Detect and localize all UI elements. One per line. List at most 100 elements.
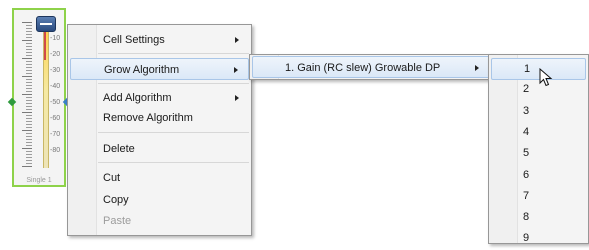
fader-tick — [26, 136, 32, 137]
menu-item-count-6[interactable]: 6 — [491, 165, 586, 187]
fader-tick — [26, 106, 32, 107]
fader-tick — [26, 61, 32, 62]
fader-tick — [26, 25, 32, 26]
menu-item-label: 7 — [523, 189, 530, 202]
fader-tick — [26, 55, 32, 56]
menu-separator — [98, 162, 249, 163]
fader-tick — [26, 103, 32, 104]
fader-tick — [26, 154, 32, 155]
fader-knob[interactable] — [36, 16, 56, 32]
menu-item-add-algorithm[interactable]: Add Algorithm — [70, 87, 249, 109]
fader-cell[interactable]: 0-10-20-30-40-50-60-70-80 Single 1 — [7, 8, 72, 187]
fader-ticks — [18, 22, 36, 170]
context-menu: Cell Settings Grow Algorithm Add Algorit… — [67, 24, 252, 236]
fader-tick — [26, 163, 32, 164]
fader-tick — [26, 127, 32, 128]
menu-item-delete[interactable]: Delete — [70, 138, 249, 160]
menu-item-cell-settings[interactable]: Cell Settings — [70, 29, 249, 51]
menu-item-label: 8 — [523, 211, 530, 224]
fader-scale-label: -60 — [50, 115, 61, 122]
fader-tick — [26, 46, 32, 47]
fader-tick — [22, 58, 32, 59]
menu-item-count-5[interactable]: 5 — [491, 143, 586, 165]
fader-tick — [26, 145, 32, 146]
input-port-icon[interactable] — [7, 97, 17, 107]
fader-tick — [26, 64, 32, 65]
menu-item-label: Add Algorithm — [103, 92, 172, 104]
fader-tick — [26, 82, 32, 83]
fader-tick — [26, 31, 32, 32]
cell-label: Single 1 — [26, 177, 52, 184]
menu-item-label: Remove Algorithm — [103, 112, 193, 124]
fader-tick — [26, 151, 32, 152]
fader-tick — [26, 49, 32, 50]
fader-scale-label: -80 — [50, 147, 61, 154]
fader-tick — [26, 142, 32, 143]
menu-item-copy[interactable]: Copy — [70, 189, 249, 211]
menu-item-gain-rc-slew[interactable]: 1. Gain (RC slew) Growable DP — [252, 56, 490, 78]
fader-tick — [26, 118, 32, 119]
fader-tick — [22, 130, 32, 131]
menu-item-count-8[interactable]: 8 — [491, 207, 586, 229]
menu-item-label: Copy — [103, 194, 129, 206]
fader-tick — [26, 52, 32, 53]
fader-tick — [22, 22, 32, 23]
menu-item-label: 3 — [523, 104, 530, 117]
fader-tick — [26, 124, 32, 125]
menu-item-count-3[interactable]: 3 — [491, 101, 586, 123]
fader-tick — [22, 148, 32, 149]
menu-item-label: 4 — [523, 125, 530, 138]
fader-tick — [22, 166, 32, 167]
menu-item-count-4[interactable]: 4 — [491, 122, 586, 144]
fader-tick — [26, 109, 32, 110]
fader-scale-label: -10 — [50, 35, 61, 42]
fader-tick — [26, 139, 32, 140]
grow-algorithm-submenu: 1. Gain (RC slew) Growable DP — [249, 54, 493, 80]
fader-tick — [26, 73, 32, 74]
fader-scale-label: -30 — [50, 67, 61, 74]
submenu-arrow-icon — [235, 37, 239, 43]
menu-item-label: 2 — [523, 83, 530, 96]
fader-tick — [26, 88, 32, 89]
menu-item-label: Cut — [103, 172, 121, 184]
fader-tick — [26, 115, 32, 116]
submenu-arrow-icon — [234, 67, 238, 73]
fader-tick — [26, 121, 32, 122]
fader-tick — [26, 100, 32, 101]
menu-separator — [98, 83, 249, 84]
menu-item-cut[interactable]: Cut — [70, 167, 249, 189]
submenu-arrow-icon — [475, 65, 479, 71]
menu-item-paste: Paste — [70, 210, 249, 232]
fader-scale-label: -50 — [50, 99, 61, 106]
fader-scale-label: -70 — [50, 131, 61, 138]
menu-item-label: 9 — [523, 232, 530, 245]
menu-item-label: 1. Gain (RC slew) Growable DP — [285, 62, 441, 74]
menu-item-label: Cell Settings — [103, 34, 165, 46]
fader-tick — [26, 67, 32, 68]
menu-item-label: Delete — [103, 143, 135, 155]
fader-tick — [26, 28, 32, 29]
menu-item-remove-algorithm[interactable]: Remove Algorithm — [70, 107, 249, 129]
menu-separator — [98, 53, 249, 54]
fader-tick — [26, 79, 32, 80]
menu-item-label: 1 — [524, 63, 531, 75]
menu-item-count-7[interactable]: 7 — [491, 186, 586, 208]
menu-item-grow-algorithm[interactable]: Grow Algorithm — [70, 58, 249, 80]
fader-tick — [26, 133, 32, 134]
menu-item-count-9[interactable]: 9 — [491, 228, 586, 250]
menu-item-label: 5 — [523, 147, 530, 160]
fader-tick — [26, 37, 32, 38]
menu-item-label: Grow Algorithm — [104, 64, 180, 76]
fader-scale-label: -20 — [50, 51, 61, 58]
fader-tick — [22, 94, 32, 95]
fader-tick — [22, 40, 32, 41]
menu-item-label: 6 — [523, 168, 530, 181]
fader-tick — [22, 76, 32, 77]
fader-tick — [26, 43, 32, 44]
fader-tick — [22, 112, 32, 113]
fader-scale-label: -40 — [50, 83, 61, 90]
submenu-arrow-icon — [235, 95, 239, 101]
menu-separator — [98, 132, 249, 133]
fader-tick — [26, 34, 32, 35]
arrow-pointer-icon — [539, 68, 553, 87]
